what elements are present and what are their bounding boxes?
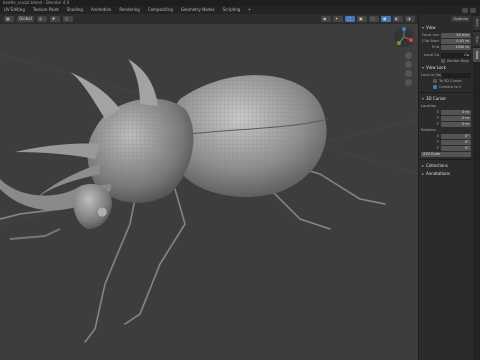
lock-camera-label: Camera to V: [439, 85, 462, 89]
tab-tool[interactable]: Tool: [473, 32, 480, 46]
add-workspace-button[interactable]: +: [244, 7, 254, 13]
legs: [0, 157, 387, 344]
divider: [419, 92, 473, 93]
sidebar-tabs: Item Tool View: [473, 14, 480, 360]
view-lock-section[interactable]: ▾ View Lock: [419, 64, 473, 72]
solid-shading-icon[interactable]: ●: [381, 16, 391, 22]
eye: [96, 206, 108, 218]
overlay-toggle-icon[interactable]: ◯: [345, 16, 355, 22]
head: [73, 183, 112, 229]
side-horn: [15, 143, 100, 159]
cursor-loc-z-field[interactable]: 0 m: [441, 121, 471, 127]
3d-viewport[interactable]: [0, 24, 418, 360]
cursor-loc-x-field[interactable]: 0 m: [441, 109, 471, 115]
shading-controls: ◉ ✦ ◯ ▣ ○ ● ◐ ◑: [321, 16, 418, 22]
navigation-gizmo[interactable]: [393, 26, 415, 48]
pivot-button[interactable]: ◎: [36, 16, 47, 22]
gizmo-toggle-icon[interactable]: ✦: [333, 16, 343, 22]
loc-x-label: X: [436, 110, 439, 114]
scene-controls: [462, 7, 480, 13]
3d-cursor-section[interactable]: ▾ 3D Cursor: [419, 95, 473, 103]
view-section[interactable]: ▾ View: [419, 24, 473, 32]
transform-orientation-dropdown[interactable]: Global: [17, 16, 34, 22]
rot-z-label: Z: [436, 146, 439, 150]
rendered-shading-icon[interactable]: ◑: [405, 16, 415, 22]
chevron-right-icon: ▸: [422, 163, 425, 168]
tab-texture-paint[interactable]: Texture Paint: [29, 6, 63, 14]
lock-camera-checkbox[interactable]: [433, 85, 437, 89]
clip-start-label: Clip Start: [422, 39, 439, 43]
local-camera-field[interactable]: Ca: [441, 52, 471, 58]
tab-scripting[interactable]: Scripting: [219, 6, 245, 14]
lock-object-label: Lock to Obj: [421, 73, 441, 77]
lock-3d-cursor-label: To 3D Cursor: [439, 79, 462, 83]
chevron-right-icon: ▸: [422, 171, 425, 176]
viewport-header: ▦ Global ◎ ❖ ○ ◉ ✦ ◯ ▣ ○ ● ◐ ◑: [0, 14, 418, 24]
focal-length-label: Focal Len: [422, 33, 439, 37]
tab-compositing[interactable]: Compositing: [144, 6, 177, 14]
material-shading-icon[interactable]: ◐: [393, 16, 403, 22]
workspace-tabbar: UV Editing Texture Paint Shading Animati…: [0, 6, 480, 14]
beetle-model: [0, 53, 418, 344]
cursor-rot-y-field[interactable]: 0°: [441, 139, 471, 145]
tab-rendering[interactable]: Rendering: [115, 6, 143, 14]
wireframe-shading-icon[interactable]: ○: [369, 16, 379, 22]
annotations-section[interactable]: ▸ Annotations: [419, 170, 473, 178]
cursor-loc-y-field[interactable]: 0 m: [441, 115, 471, 121]
render-region-checkbox[interactable]: [441, 59, 445, 63]
right-horn: [128, 59, 158, 106]
lock-3d-cursor-checkbox[interactable]: [433, 79, 437, 83]
cursor-rot-z-field[interactable]: 0°: [441, 145, 471, 151]
options-button[interactable]: Options: [451, 16, 470, 22]
pan-hand-icon[interactable]: [405, 61, 412, 68]
xray-toggle-icon[interactable]: ▣: [357, 16, 367, 22]
chevron-down-icon: ▾: [422, 65, 425, 70]
local-camera-label: Local Ca: [423, 53, 439, 57]
loc-z-label: Z: [436, 122, 439, 126]
tab-view[interactable]: View: [473, 48, 480, 62]
clip-start-field[interactable]: 0.01 m: [441, 38, 471, 44]
snap-button[interactable]: ❖: [49, 16, 60, 22]
proportional-edit-button[interactable]: ○: [62, 16, 73, 22]
tab-item[interactable]: Item: [473, 16, 480, 30]
camera-view-icon[interactable]: [405, 70, 412, 77]
cursor-rot-x-field[interactable]: 0°: [441, 133, 471, 139]
rotation-mode-dropdown[interactable]: XYZ Euler: [421, 151, 471, 157]
chevron-down-icon: ▾: [422, 25, 425, 30]
rot-y-label: Y: [436, 140, 439, 144]
clip-end-label: End: [432, 45, 439, 49]
rot-x-label: X: [436, 134, 439, 138]
divider: [419, 159, 473, 160]
chevron-down-icon: ▾: [422, 96, 425, 101]
editor-type-button[interactable]: ▦: [4, 16, 14, 22]
sidebar-panel: Options ▾ View Focal Len 50 mm Clip Start 0…: [418, 14, 473, 360]
visibility-icon[interactable]: ◉: [321, 16, 331, 22]
lock-object-field[interactable]: [441, 72, 471, 78]
perspective-grid-icon[interactable]: [405, 79, 412, 86]
tab-geometry-nodes[interactable]: Geometry Nodes: [177, 6, 219, 14]
tab-animation[interactable]: Animation: [87, 6, 115, 14]
collections-section[interactable]: ▸ Collections: [419, 162, 473, 170]
viewlayer-selector[interactable]: [470, 7, 476, 13]
focal-length-field[interactable]: 50 mm: [441, 32, 471, 38]
left-horn: [70, 72, 120, 119]
render-region-label: Render Regi: [447, 59, 469, 63]
clip-end-field[interactable]: 1000 m: [441, 44, 471, 50]
scene-selector[interactable]: [462, 7, 468, 13]
tab-shading[interactable]: Shading: [63, 6, 87, 14]
tab-uv-editing[interactable]: UV Editing: [0, 6, 29, 14]
zoom-icon[interactable]: [405, 52, 412, 59]
panel-header: Options: [419, 14, 473, 24]
loc-y-label: Y: [436, 116, 439, 120]
